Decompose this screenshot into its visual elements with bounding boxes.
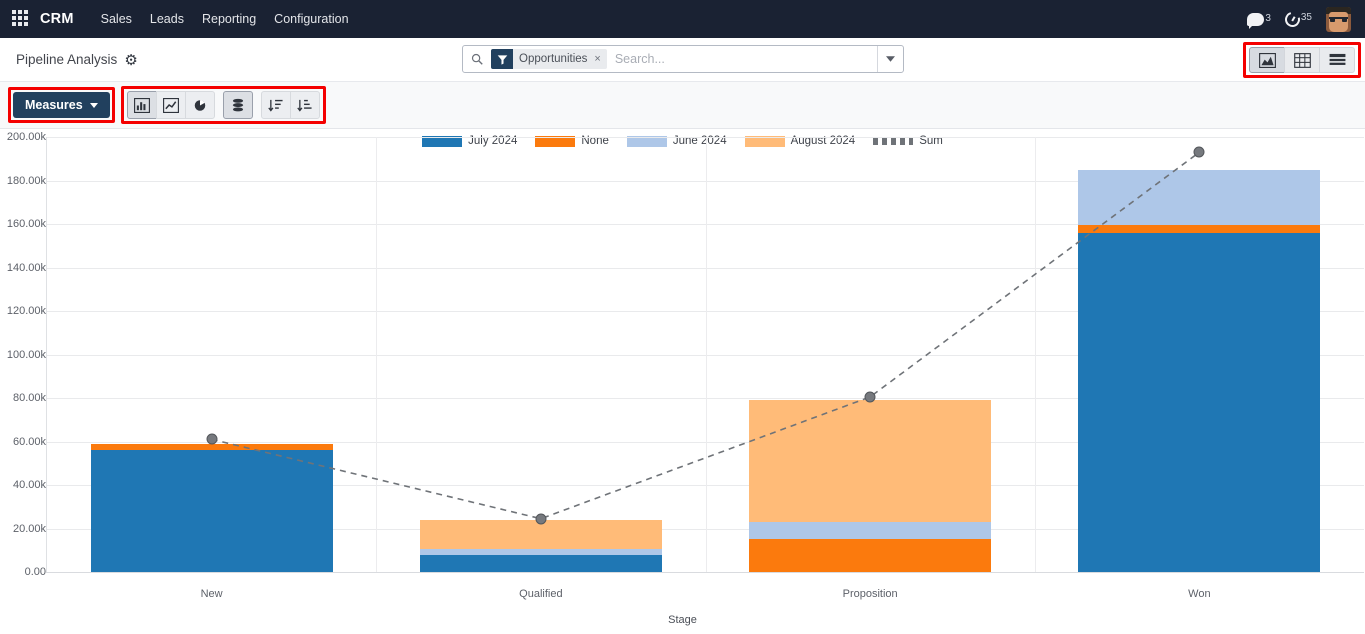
graph-toolbar: Measures (0, 82, 1365, 129)
search-input[interactable] (606, 46, 877, 72)
bar-chart-icon (133, 97, 150, 113)
list-view-icon (1329, 53, 1345, 65)
graph-mode-highlight (120, 86, 326, 124)
pie-chart-icon (194, 99, 205, 111)
graph-view: July 2024 None June 2024 August 2024 Sum 0.0… (0, 129, 1365, 633)
filter-icon (491, 49, 513, 69)
bar-segment[interactable] (1078, 225, 1321, 233)
sum-data-point[interactable] (864, 391, 876, 403)
y-axis-tick-label: 20.00k (12, 522, 46, 535)
menu-item-reporting[interactable]: Reporting (193, 2, 265, 36)
x-axis-title: Stage (668, 614, 697, 626)
measures-button[interactable]: Measures (13, 92, 110, 118)
stacked-group (222, 91, 253, 119)
bar-segment[interactable] (419, 554, 662, 572)
search-area: Opportunities × (462, 45, 904, 73)
messages-button[interactable]: 3 (1247, 12, 1271, 29)
area-chart-icon (1258, 52, 1276, 68)
menu-item-configuration[interactable]: Configuration (265, 2, 357, 36)
facet-text: Opportunities (519, 53, 588, 65)
x-axis-tick-label: New (200, 588, 223, 600)
y-axis-tick-label: 80.00k (12, 392, 46, 404)
chart-type-group (126, 91, 215, 119)
breadcrumb: Pipeline Analysis (8, 52, 137, 67)
gear-icon[interactable] (124, 53, 137, 66)
bar-segment[interactable] (749, 539, 992, 572)
sum-data-point[interactable] (206, 433, 218, 445)
bar-segment[interactable] (1078, 169, 1321, 226)
app-brand[interactable]: CRM (40, 11, 74, 27)
menu-item-sales[interactable]: Sales (92, 2, 141, 36)
chevron-down-icon (89, 102, 98, 108)
measures-highlight: Measures (8, 87, 115, 123)
pivot-table-icon (1293, 52, 1311, 68)
y-axis-tick-label: 200.00k (6, 131, 46, 143)
chat-bubble-icon (1247, 12, 1265, 29)
y-axis-tick-label: 0.00 (24, 566, 46, 578)
sort-amount-asc-icon (267, 99, 283, 112)
y-axis-tick-label: 40.00k (12, 479, 46, 491)
search-icon (463, 46, 491, 72)
y-axis-tick-label: 120.00k (6, 305, 46, 317)
x-axis-tick-label: Won (1188, 588, 1211, 600)
y-axis-tick-label: 160.00k (6, 218, 46, 230)
category-divider (1034, 137, 1036, 572)
search-facet-opportunities[interactable]: Opportunities × (491, 49, 607, 69)
view-switcher (1243, 42, 1361, 78)
clock-icon (1282, 8, 1303, 30)
bar-segment[interactable] (90, 450, 333, 572)
chart-plot: 0.00 20.00k 40.00k 60.00k 80.00k 100.00k 120.0… (0, 129, 1365, 633)
sort-descending-button[interactable] (289, 91, 320, 119)
x-axis-tick-label: Qualified (519, 588, 563, 600)
activities-button[interactable]: 35 (1282, 8, 1312, 30)
line-chart-icon (162, 97, 179, 113)
bar-segment[interactable] (749, 521, 992, 540)
category-divider (705, 137, 707, 572)
apps-grid-icon[interactable] (12, 10, 30, 28)
sort-ascending-button[interactable] (260, 91, 291, 119)
sort-group (260, 91, 320, 119)
y-axis-tick-label: 180.00k (6, 174, 46, 187)
category-divider (376, 137, 378, 572)
view-button-list[interactable] (1319, 47, 1355, 73)
main-menu: Sales Leads Reporting Configuration (92, 2, 358, 36)
navbar-right-actions: 3 35 (1247, 6, 1355, 32)
sum-data-point[interactable] (1193, 146, 1205, 158)
x-axis-line (46, 572, 1364, 573)
close-icon[interactable]: × (594, 53, 600, 65)
view-button-pivot[interactable] (1284, 47, 1320, 73)
bar-chart-button[interactable] (126, 91, 157, 119)
view-button-graph[interactable] (1249, 47, 1285, 73)
pie-chart-button[interactable] (184, 91, 215, 119)
menu-item-leads[interactable]: Leads (141, 2, 193, 36)
top-navbar: CRM Sales Leads Reporting Configuration … (0, 0, 1365, 38)
search-facet-label: Opportunities × (513, 49, 607, 69)
activities-badge: 35 (1300, 11, 1312, 23)
y-axis-line (46, 137, 47, 572)
page-title: Pipeline Analysis (16, 52, 118, 67)
bar-segment[interactable] (749, 400, 992, 522)
search-bar[interactable]: Opportunities × (462, 45, 904, 73)
chevron-down-icon[interactable] (877, 46, 903, 72)
measures-label: Measures (25, 98, 83, 112)
bar-segment[interactable] (1078, 232, 1321, 572)
y-axis-tick-label: 100.00k (6, 348, 46, 361)
control-panel: Pipeline Analysis Opportunities × (0, 38, 1365, 82)
bar-segment[interactable] (419, 548, 662, 555)
sum-data-point[interactable] (535, 513, 547, 525)
avatar[interactable] (1326, 6, 1351, 32)
database-stack-icon (232, 98, 243, 111)
y-axis-tick-label: 140.00k (6, 261, 46, 274)
x-axis-tick-label: Proposition (842, 588, 898, 600)
sort-amount-desc-icon (296, 99, 312, 112)
stacked-button[interactable] (222, 91, 253, 119)
y-axis-tick-label: 60.00k (12, 435, 46, 448)
line-chart-button[interactable] (155, 91, 186, 119)
messages-badge: 3 (1265, 12, 1271, 24)
